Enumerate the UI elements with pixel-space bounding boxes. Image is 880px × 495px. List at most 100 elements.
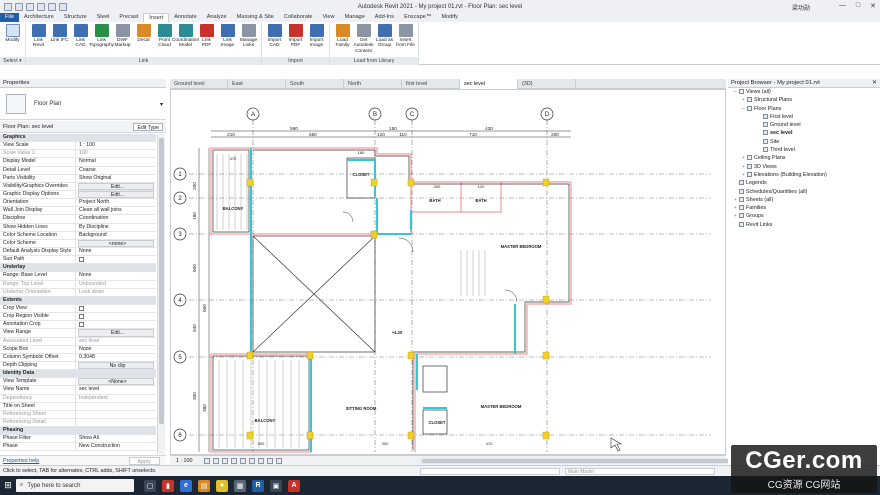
property-value[interactable]: Coordination [76, 215, 156, 222]
browser-node-elevations-building-elevation-[interactable]: + Elevations (Building Elevation) [728, 171, 880, 179]
ribbon-tab-view[interactable]: View [318, 13, 340, 22]
link-pdf-button[interactable]: Link PDF [197, 24, 216, 49]
property-section-extents[interactable]: Extents [0, 296, 156, 305]
detail-level-icon[interactable] [204, 458, 210, 464]
crop-view-icon[interactable] [240, 458, 246, 464]
view-tab-sec-level[interactable]: sec level [460, 79, 518, 89]
chrome-icon[interactable]: ● [216, 479, 228, 492]
property-value[interactable] [76, 313, 156, 320]
view-tab-first-level[interactable]: first level [402, 79, 460, 89]
property-value[interactable]: By Discipline [76, 224, 156, 231]
link-cad-button[interactable]: Link CAD [71, 24, 90, 49]
property-value[interactable]: Show Original [76, 175, 156, 182]
checkbox[interactable] [79, 305, 84, 311]
ribbon-tab-massing-site[interactable]: Massing & Site [232, 13, 279, 22]
properties-help-link[interactable]: Properties help [3, 458, 39, 464]
dwf-markup-button[interactable]: DWF Markup [113, 24, 132, 49]
ribbon-tab-collaborate[interactable]: Collaborate [279, 13, 318, 22]
lock-3d-icon[interactable] [258, 458, 264, 464]
property-edit-button[interactable]: <None> [78, 378, 154, 386]
import-pdf-button[interactable]: Import PDF [286, 24, 305, 49]
view-tab-east[interactable]: East [228, 79, 286, 89]
shadows-icon[interactable] [231, 458, 237, 464]
property-value[interactable]: None [76, 248, 156, 255]
property-edit-button[interactable]: Edit... [78, 329, 154, 337]
ribbon-tab-insert[interactable]: Insert [143, 13, 170, 22]
coordination-model-button[interactable]: Coordination Model [172, 24, 199, 49]
ribbon-tab-add-ins[interactable]: Add-Ins [370, 13, 399, 22]
property-value[interactable]: Coarse [76, 167, 156, 174]
property-value[interactable]: None [76, 272, 156, 279]
minimize-icon[interactable]: — [839, 2, 846, 10]
property-edit-button[interactable]: <none> [78, 239, 154, 247]
browser-node-structural-plans[interactable]: + Structural Plans [728, 96, 880, 104]
property-value[interactable]: 0.3048 [76, 354, 156, 361]
main-model-select[interactable]: Main Model [565, 468, 715, 475]
taskbar-search[interactable]: ⌕ Type here to search [16, 479, 134, 492]
manage-links-button[interactable]: Manage Links [239, 24, 258, 49]
chevron-down-icon[interactable]: ▾ [160, 101, 163, 108]
property-edit-button[interactable]: Edit... [78, 190, 154, 199]
ribbon-tab-file[interactable]: File [0, 13, 20, 22]
property-value[interactable]: 1 : 100 [76, 142, 156, 149]
property-section-underlay[interactable]: Underlay [0, 264, 156, 273]
browser-node-sec-level[interactable]: sec level [728, 129, 880, 137]
instance-selector[interactable]: Floor Plan: sec level Edit Type [0, 121, 166, 133]
browser-node-legends[interactable]: Legends [728, 179, 880, 187]
show-crop-icon[interactable] [249, 458, 255, 464]
sun-path-icon[interactable] [222, 458, 228, 464]
browser-node-schedules-quantities-all-[interactable]: Schedules/Quantities (all) [728, 188, 880, 196]
checkbox[interactable] [79, 257, 84, 263]
maximize-icon[interactable]: □ [856, 2, 860, 10]
visual-style-icon[interactable] [213, 458, 219, 464]
ribbon-tab-enscape-[interactable]: Enscape™ [399, 13, 436, 22]
property-section-identity-data[interactable]: Identity Data [0, 370, 156, 379]
browser-node-revit-links[interactable]: Revit Links [728, 221, 880, 229]
apply-button[interactable]: Apply [128, 457, 160, 465]
property-value[interactable] [76, 321, 156, 328]
checkbox[interactable] [79, 314, 84, 320]
load-as-group-button[interactable]: Load as Group [375, 24, 394, 49]
ribbon-tab-annotate[interactable]: Annotate [169, 13, 201, 22]
revit-app-icon[interactable]: R [252, 479, 264, 492]
property-edit-button[interactable]: No clip [78, 361, 154, 370]
windows-start-icon[interactable]: ⊞ [0, 476, 16, 495]
link-revit-button[interactable]: Link Revit [29, 24, 48, 49]
floor-plan-drawing[interactable]: A B C D 1 2 3 4 5 6 560 150 430 210 650 … [171, 90, 727, 456]
temporary-hide-icon[interactable] [267, 458, 273, 464]
decal-button[interactable]: Decal [134, 24, 153, 43]
browser-node-ground-level[interactable]: Ground level [728, 121, 880, 129]
property-value[interactable]: Show All [76, 435, 156, 442]
property-value[interactable] [76, 403, 156, 410]
browser-node-families[interactable]: + Families [728, 204, 880, 212]
browser-node-first-level[interactable]: First level [728, 113, 880, 121]
property-value[interactable]: Project North [76, 199, 156, 206]
browser-node-ceiling-plans[interactable]: + Ceiling Plans [728, 154, 880, 162]
browser-node-site[interactable]: Site [728, 138, 880, 146]
property-value[interactable]: New Construction [76, 443, 156, 450]
import-image-button[interactable]: Import Image [307, 24, 326, 49]
view-tab-north[interactable]: North [344, 79, 402, 89]
property-section-graphics[interactable]: Graphics [0, 134, 156, 143]
modify-button[interactable]: Modify [3, 24, 22, 43]
browser-node-floor-plans[interactable]: − Floor Plans [728, 105, 880, 113]
file-explorer-icon[interactable]: ▤ [198, 479, 210, 492]
edge-icon[interactable]: e [180, 479, 192, 492]
edit-type-button[interactable]: Edit Type [133, 123, 163, 131]
link-image-button[interactable]: Link Image [218, 24, 237, 49]
browser-node-3d-views[interactable]: +3D Views [728, 163, 880, 171]
ribbon-tab-structure[interactable]: Structure [59, 13, 92, 22]
property-value[interactable]: sec level [76, 386, 156, 393]
property-section-phasing[interactable]: Phasing [0, 427, 156, 436]
property-value[interactable] [76, 305, 156, 312]
browser-node-sheets-all-[interactable]: + Sheets (all) [728, 196, 880, 204]
ribbon-tab-analyze[interactable]: Analyze [202, 13, 232, 22]
autocad-icon[interactable]: A [288, 479, 300, 492]
properties-scrollbar[interactable] [157, 134, 165, 454]
browser-node-third-level[interactable]: Third level [728, 146, 880, 154]
ribbon-tab-steel[interactable]: Steel [92, 13, 115, 22]
photos-icon[interactable]: ▣ [270, 479, 282, 492]
get-autodesk-content-button[interactable]: Get Autodesk Content [354, 24, 374, 54]
property-value[interactable]: Clean all wall joins [76, 207, 156, 214]
ribbon-tab-modify[interactable]: Modify [436, 13, 462, 22]
